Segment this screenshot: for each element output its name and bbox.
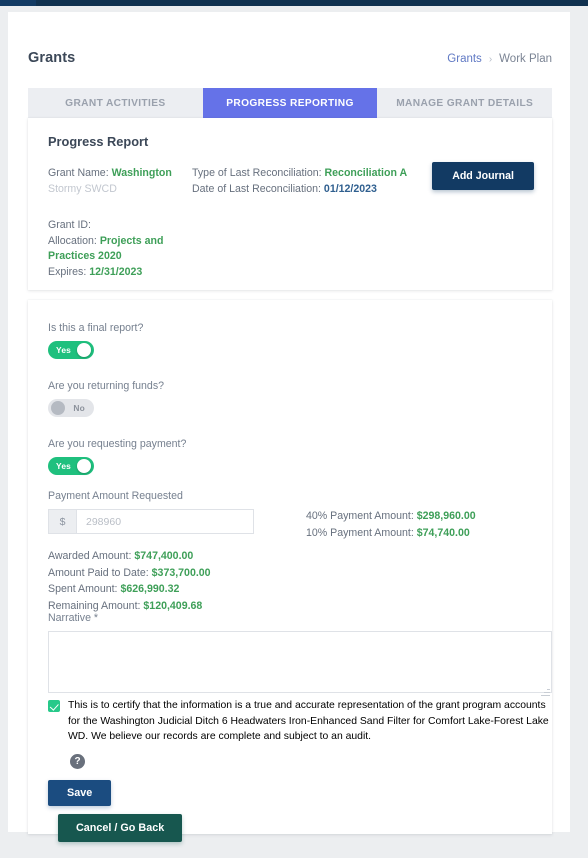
progress-report-form-card: Is this a final report? Yes Are you retu… — [28, 300, 552, 842]
grant-name-value-secondary: Stormy SWCD — [48, 182, 117, 195]
grant-id-row: Grant ID: — [48, 218, 188, 234]
content-shell: Grants Grants › Work Plan GRANT ACTIVITI… — [8, 12, 570, 842]
expires-label: Expires: — [48, 265, 87, 278]
allocation-row: Allocation: Projects and Practices 2020 — [48, 234, 188, 265]
tab-manage-grant-details[interactable]: MANAGE GRANT DETAILS — [377, 88, 553, 118]
grant-id-label: Grant ID: — [48, 219, 91, 231]
allocation-label: Allocation: — [48, 234, 97, 247]
toggle-final-report[interactable]: Yes — [48, 341, 94, 359]
toggle-knob — [77, 343, 91, 357]
grant-info-card: Progress Report Grant Name: Washington S… — [28, 118, 552, 290]
toggle-returning-funds-state: No — [73, 403, 85, 413]
payment-40-value: $298,960.00 — [416, 510, 476, 522]
page-header: Grants Grants › Work Plan — [8, 12, 570, 70]
narrative-label: Narrative * — [48, 612, 99, 624]
amount-paid-label: Amount Paid to Date: — [48, 566, 149, 579]
awarded-amount-value: $747,400.00 — [134, 550, 194, 562]
payment-40-label: 40% Payment Amount: — [306, 510, 414, 522]
toggle-knob — [77, 459, 91, 473]
currency-prefix-icon: $ — [48, 509, 76, 534]
toggle-knob — [51, 401, 65, 415]
payment-amount-label: Payment Amount Requested — [48, 490, 183, 502]
remaining-amount-value: $120,409.68 — [143, 599, 203, 612]
app-root: Grants Grants › Work Plan GRANT ACTIVITI… — [0, 0, 588, 858]
certification-text: This is to certify that the information … — [68, 700, 549, 742]
cancel-go-back-button[interactable]: Cancel / Go Back — [58, 814, 183, 842]
payment-40-row: 40% Payment Amount: $298,960.00 — [306, 508, 476, 525]
toggle-requesting-payment[interactable]: Yes — [48, 457, 94, 475]
payment-amount-input-group: $ — [48, 509, 254, 534]
grant-meta-block: Grant ID: Allocation: Projects and Pract… — [48, 218, 188, 280]
page-title: Grants — [28, 50, 76, 66]
help-icon[interactable]: ? — [70, 753, 85, 769]
tab-bar: GRANT ACTIVITIES PROGRESS REPORTING MANA… — [28, 88, 553, 118]
progress-report-heading: Progress Report — [48, 134, 149, 149]
certification-checkbox[interactable] — [48, 700, 60, 712]
toggle-returning-funds[interactable]: No — [48, 399, 94, 417]
spent-amount-label: Spent Amount: — [48, 583, 118, 595]
question-returning-funds-label: Are you returning funds? — [48, 380, 165, 392]
recon-date-row: Date of Last Reconciliation: 01/12/2023 — [192, 182, 442, 198]
remaining-amount-label: Remaining Amount: — [48, 599, 141, 612]
tab-grant-activities[interactable]: GRANT ACTIVITIES — [28, 88, 203, 118]
payment-10-row: 10% Payment Amount: $74,740.00 — [306, 525, 476, 542]
breadcrumb-current: Work Plan — [499, 53, 552, 65]
payment-amount-section: Payment Amount Requested $ 40% Payment A… — [48, 490, 552, 539]
recon-type-value: Reconciliation A — [324, 167, 408, 179]
grant-name-label: Grant Name: — [48, 167, 109, 179]
question-returning-funds: Are you returning funds? No — [48, 380, 164, 417]
certification-row: This is to certify that the information … — [48, 698, 558, 745]
narrative-section: Narrative * — [48, 612, 552, 698]
form-actions: Save Cancel / Go Back — [48, 780, 183, 842]
question-requesting-payment-label: Are you requesting payment? — [48, 438, 187, 450]
payment-10-value: $74,740.00 — [416, 527, 470, 539]
payment-10-label: 10% Payment Amount: — [306, 527, 414, 539]
narrative-textarea[interactable] — [48, 631, 552, 693]
save-button[interactable]: Save — [48, 780, 112, 806]
expires-row: Expires: 12/31/2023 — [48, 265, 188, 281]
toggle-requesting-payment-state: Yes — [56, 461, 72, 471]
totals-summary: Awarded Amount: $747,400.00 Amount Paid … — [48, 548, 348, 614]
recon-type-label: Type of Last Reconciliation: — [192, 167, 322, 179]
grant-name-row: Grant Name: Washington — [48, 166, 180, 182]
chevron-right-icon: › — [488, 53, 493, 65]
awarded-amount-label: Awarded Amount: — [48, 550, 132, 562]
spent-amount-row: Spent Amount: $626,990.32 — [48, 581, 348, 598]
question-final-report: Is this a final report? Yes — [48, 322, 143, 359]
awarded-amount-row: Awarded Amount: $747,400.00 — [48, 548, 348, 565]
tab-progress-reporting[interactable]: PROGRESS REPORTING — [202, 88, 378, 118]
add-journal-button[interactable]: Add Journal — [432, 162, 534, 190]
breadcrumb-link-grants[interactable]: Grants — [447, 53, 482, 65]
toggle-final-report-state: Yes — [56, 345, 72, 355]
recon-date-value: 01/12/2023 — [323, 182, 377, 195]
spent-amount-value: $626,990.32 — [120, 583, 180, 595]
recon-date-label: Date of Last Reconciliation: — [192, 182, 321, 195]
reconciliation-block: Type of Last Reconciliation: Reconciliat… — [192, 166, 442, 197]
question-final-report-label: Is this a final report? — [48, 322, 144, 334]
recon-type-row: Type of Last Reconciliation: Reconciliat… — [192, 166, 442, 182]
certification-section: This is to certify that the information … — [48, 698, 558, 769]
grant-name-block: Grant Name: Washington Stormy SWCD — [48, 166, 180, 197]
expires-value: 12/31/2023 — [89, 265, 143, 278]
amount-paid-row: Amount Paid to Date: $373,700.00 — [48, 565, 348, 582]
question-requesting-payment: Are you requesting payment? Yes — [48, 438, 186, 475]
breadcrumb: Grants › Work Plan — [447, 53, 552, 65]
payment-breakdown: 40% Payment Amount: $298,960.00 10% Paym… — [306, 508, 476, 542]
amount-paid-value: $373,700.00 — [151, 566, 211, 579]
grant-name-value: Washington — [111, 167, 172, 179]
payment-amount-input[interactable] — [76, 509, 254, 534]
